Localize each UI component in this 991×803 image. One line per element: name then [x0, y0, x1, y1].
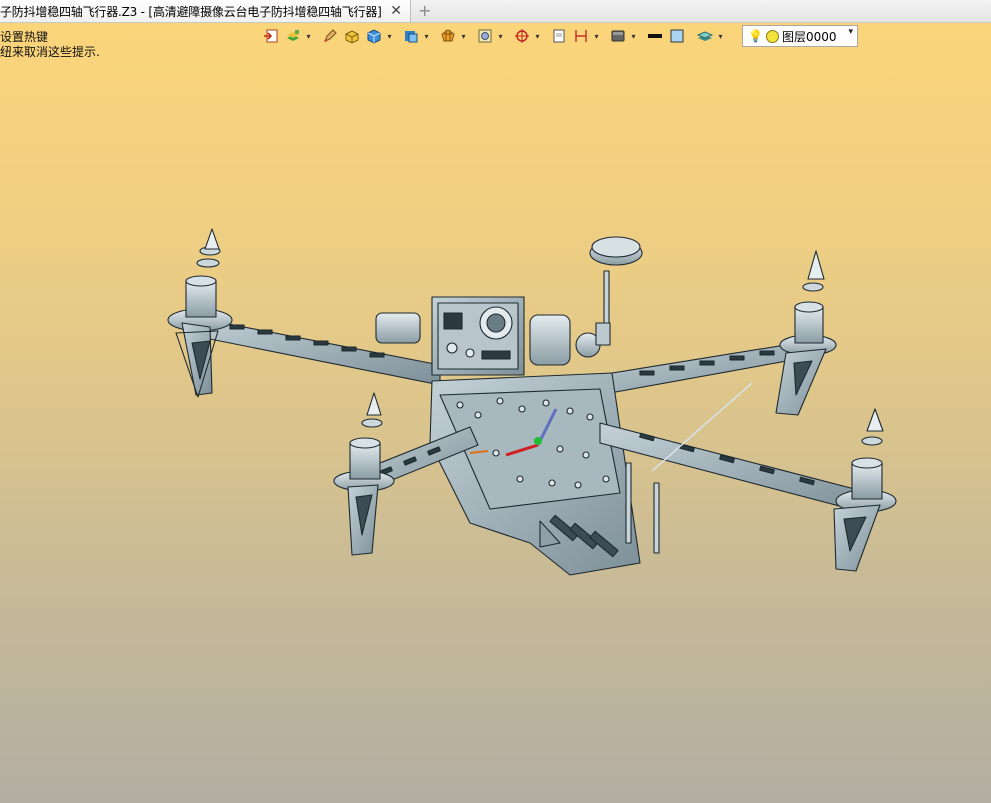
document-tab-bar: 子防抖增稳四轴飞行器.Z3 - [高清避障摄像云台电子防抖增稳四轴飞行器] ✕ …: [0, 0, 991, 23]
new-tab-icon[interactable]: +: [418, 1, 431, 21]
close-icon[interactable]: ✕: [390, 3, 402, 19]
document-tab-title: 子防抖增稳四轴飞行器.Z3 - [高清避障摄像云台电子防抖增稳四轴飞行器]: [0, 4, 382, 19]
3d-viewport[interactable]: 设置热键 纽来取消这些提示. ▾ ▾ ▾ ▾ ▾ ▾ ▾ ▾ ▾ 💡 图层000…: [0, 23, 991, 803]
quadcopter-drone-model[interactable]: [0, 23, 991, 803]
motor-rear-left: [167, 228, 233, 398]
main-frame-plate: [429, 372, 641, 576]
document-tab[interactable]: 子防抖增稳四轴飞行器.Z3 - [高清避障摄像云台电子防抖增稳四轴飞行器] ✕: [0, 0, 411, 22]
motor-rear-right: [775, 250, 837, 416]
motor-front-left: [333, 392, 395, 556]
arm-front-right: [599, 382, 871, 554]
gps-antenna: [589, 236, 643, 326]
